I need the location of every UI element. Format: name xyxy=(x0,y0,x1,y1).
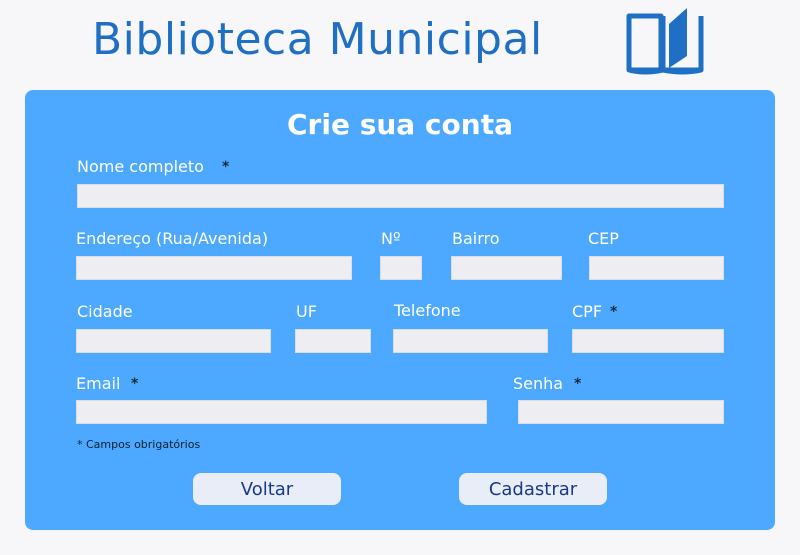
senha-label: Senha xyxy=(513,374,564,393)
cidade-input[interactable] xyxy=(76,329,271,353)
numero-input[interactable] xyxy=(380,256,422,280)
nome-label: Nome completo xyxy=(77,157,204,176)
uf-input[interactable] xyxy=(295,329,371,353)
cep-label: CEP xyxy=(588,229,619,248)
bairro-input[interactable] xyxy=(451,256,562,280)
cep-input[interactable] xyxy=(589,256,724,280)
nome-completo-input[interactable] xyxy=(77,184,724,208)
email-required-marker: * xyxy=(131,376,139,392)
nome-required-marker: * xyxy=(222,159,230,175)
cidade-label: Cidade xyxy=(77,302,133,321)
app-title: Biblioteca Municipal xyxy=(92,14,543,65)
open-book-icon xyxy=(626,8,704,75)
telefone-input[interactable] xyxy=(393,329,548,353)
cpf-input[interactable] xyxy=(572,329,724,353)
cpf-required-marker: * xyxy=(610,304,618,320)
email-input[interactable] xyxy=(76,400,487,424)
form-title: Crie sua conta xyxy=(287,108,513,141)
senha-input[interactable] xyxy=(518,400,724,424)
numero-label: Nº xyxy=(381,229,401,248)
endereco-label: Endereço (Rua/Avenida) xyxy=(76,229,269,248)
back-button[interactable]: Voltar xyxy=(193,473,341,505)
signup-card: Crie sua conta Nome completo * Endereço … xyxy=(25,90,775,530)
telefone-label: Telefone xyxy=(394,301,461,320)
page-header: Biblioteca Municipal xyxy=(0,0,800,88)
bairro-label: Bairro xyxy=(452,229,500,248)
endereco-input[interactable] xyxy=(76,256,352,280)
submit-button[interactable]: Cadastrar xyxy=(459,473,607,505)
required-fields-note: * Campos obrigatórios xyxy=(77,438,201,451)
senha-required-marker: * xyxy=(574,376,582,392)
uf-label: UF xyxy=(296,302,317,321)
email-label: Email xyxy=(76,374,121,393)
cpf-label: CPF xyxy=(572,302,603,321)
